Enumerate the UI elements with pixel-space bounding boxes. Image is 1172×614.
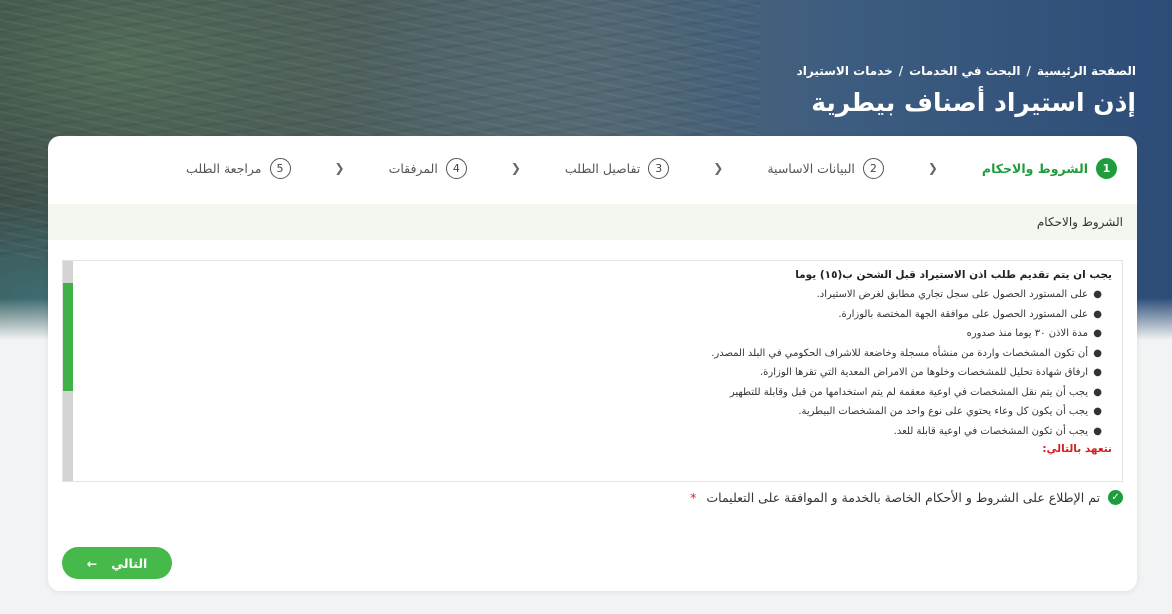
list-item: ● ارفاق شهادة تحليل للمشخصات وخلوها من ال… xyxy=(77,363,1102,383)
list-item: ● يجب أن يتم نقل المشخصات في اوعية معقمة … xyxy=(77,383,1102,403)
step-label: تفاصيل الطلب xyxy=(564,160,641,176)
breadcrumb: الصفحة الرئيسية / البحث في الخدمات / خدم… xyxy=(797,64,1136,78)
terms-scroll-box[interactable]: يجب ان يتم تقديم طلب اذن الاستيراد قبل ا… xyxy=(62,260,1123,482)
term-text: على المستورد الحصول على سجل تجاري مطابق … xyxy=(816,289,1088,300)
chevron-left-icon: ❮ xyxy=(510,161,521,175)
agreement-label: تم الإطلاع على الشروط و الأحكام الخاصة ب… xyxy=(706,490,1100,505)
list-item: ● أن تكون المشخصات واردة من منشأه مسجلة و… xyxy=(77,344,1102,364)
bullet-icon: ● xyxy=(1093,386,1102,398)
step-attachments[interactable]: 4 المرفقات xyxy=(388,157,467,179)
term-text: على المستورد الحصول على موافقة الجهة الم… xyxy=(838,308,1088,320)
term-text: مدة الاذن ٣٠ يوما منذ صدوره xyxy=(966,328,1088,339)
agreement-row[interactable]: ✓ تم الإطلاع على الشروط و الأحكام الخاصة… xyxy=(690,490,1123,505)
breadcrumb-current: خدمات الاستيراد xyxy=(796,64,893,78)
list-item: ● على المستورد الحصول على سجل تجاري مطابق… xyxy=(77,285,1102,305)
chevron-left-icon: ❮ xyxy=(334,161,345,175)
list-item: ● يجب أن تكون المشخصات في اوعية قابلة للع… xyxy=(77,422,1102,442)
bullet-icon: ● xyxy=(1093,406,1102,417)
term-text: ارفاق شهادة تحليل للمشخصات وخلوها من الا… xyxy=(759,367,1088,378)
next-button[interactable]: التالي ← xyxy=(62,547,172,579)
term-text: أن تكون المشخصات واردة من منشأه مسجلة وخ… xyxy=(711,347,1088,359)
required-mark: * xyxy=(690,490,697,505)
bullet-icon: ● xyxy=(1093,347,1102,359)
step-review[interactable]: 5 مراجعة الطلب xyxy=(186,157,291,179)
page-title: إذن استيراد أصناف بيطرية xyxy=(811,88,1136,117)
terms-heading: يجب ان يتم تقديم طلب اذن الاستيراد قبل ا… xyxy=(795,269,1112,281)
chevron-left-icon: ❮ xyxy=(927,161,938,175)
scrollbar-track[interactable] xyxy=(63,261,73,481)
list-item: ● مدة الاذن ٣٠ يوما منذ صدوره xyxy=(77,324,1102,344)
scrollbar-thumb[interactable] xyxy=(63,283,73,391)
step-basic-data[interactable]: 2 البيانات الاساسية xyxy=(767,157,884,179)
step-number: 1 xyxy=(1096,157,1117,179)
step-label: المرفقات xyxy=(388,160,438,176)
bullet-icon: ● xyxy=(1093,289,1102,300)
terms-list: ● على المستورد الحصول على سجل تجاري مطابق… xyxy=(77,285,1112,441)
stepper: 1 الشروط والاحكام ❮ 2 البيانات الاساسية … xyxy=(48,136,1137,200)
list-item: ● على المستورد الحصول على موافقة الجهة ال… xyxy=(77,305,1102,325)
bullet-icon: ● xyxy=(1093,367,1102,378)
bullet-icon: ● xyxy=(1093,328,1102,339)
bullet-icon: ● xyxy=(1093,308,1102,320)
term-text: يجب أن يتم نقل المشخصات في اوعية معقمة ل… xyxy=(729,386,1088,398)
arrow-left-icon: ← xyxy=(86,555,98,571)
step-number: 5 xyxy=(269,157,291,179)
page-header: الصفحة الرئيسية / البحث في الخدمات / خدم… xyxy=(797,64,1136,117)
step-number: 3 xyxy=(648,157,670,179)
breadcrumb-search[interactable]: البحث في الخدمات xyxy=(909,64,1020,78)
breadcrumb-separator: / xyxy=(1026,64,1031,78)
pledge-heading: نتعهد بالتالي: xyxy=(1042,443,1112,455)
check-icon[interactable]: ✓ xyxy=(1108,490,1123,505)
section-header: الشروط والاحكام xyxy=(48,204,1137,240)
breadcrumb-separator: / xyxy=(898,64,904,78)
list-item: ● يجب أن يكون كل وعاء يحتوي على نوع واحد … xyxy=(77,402,1102,422)
step-label: البيانات الاساسية xyxy=(767,160,855,176)
term-text: يجب أن يكون كل وعاء يحتوي على نوع واحد م… xyxy=(798,406,1088,417)
term-text: يجب أن تكون المشخصات في اوعية قابلة للعد… xyxy=(893,425,1088,437)
form-card: 1 الشروط والاحكام ❮ 2 البيانات الاساسية … xyxy=(48,136,1137,591)
step-number: 2 xyxy=(862,157,884,179)
section-title: الشروط والاحكام xyxy=(1036,215,1123,229)
step-label: الشروط والاحكام xyxy=(981,160,1088,176)
step-label: مراجعة الطلب xyxy=(186,160,262,176)
chevron-left-icon: ❮ xyxy=(713,161,724,175)
step-number: 4 xyxy=(445,157,467,179)
bullet-icon: ● xyxy=(1093,425,1102,437)
breadcrumb-home[interactable]: الصفحة الرئيسية xyxy=(1037,64,1136,78)
step-request-details[interactable]: 3 تفاصيل الطلب xyxy=(564,157,670,179)
next-button-label: التالي xyxy=(111,555,148,571)
step-terms[interactable]: 1 الشروط والاحكام xyxy=(981,157,1117,179)
